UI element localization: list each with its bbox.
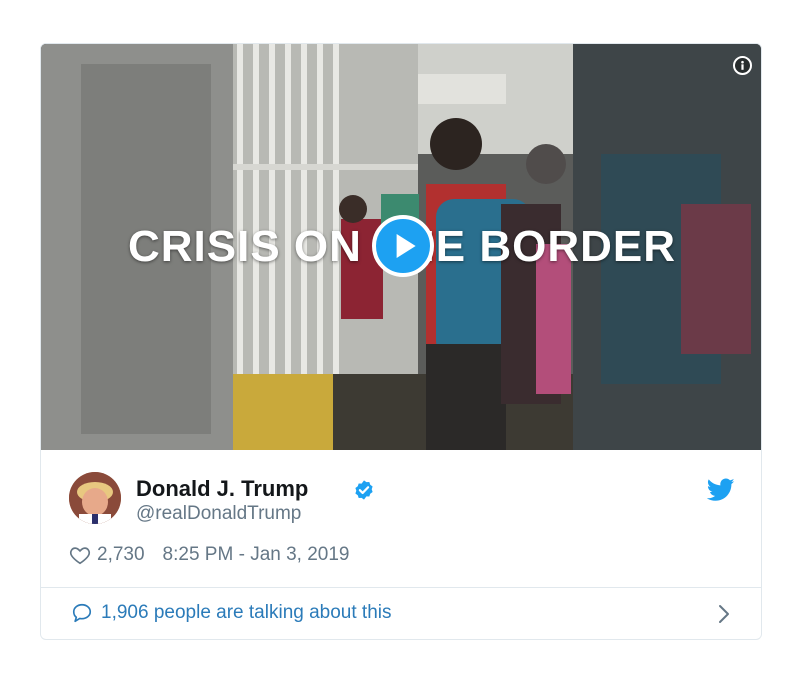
video-player[interactable]: CRISIS ON THE BORDER (41, 44, 761, 450)
info-icon[interactable] (733, 56, 752, 75)
like-count[interactable]: 2,730 (97, 544, 145, 566)
author-handle[interactable]: @realDonaldTrump (136, 503, 301, 525)
conversation-link[interactable]: 1,906 people are talking about this (41, 588, 761, 639)
tweet-timestamp[interactable]: 8:25 PM - Jan 3, 2019 (163, 544, 350, 566)
tweet-card[interactable]: CRISIS ON THE BORDER Donald J. Trump (40, 43, 762, 640)
speech-bubble-icon (72, 603, 92, 623)
heart-icon[interactable] (69, 544, 91, 566)
talking-count-label: 1,906 people are talking about this (101, 602, 392, 623)
chevron-right-icon (719, 605, 729, 623)
twitter-bird-icon[interactable] (707, 478, 735, 502)
avatar[interactable] (69, 472, 121, 524)
tweet-author[interactable]: Donald J. Trump @realDonaldTrump (41, 450, 761, 532)
tweet-meta: 2,730 8:25 PM - Jan 3, 2019 (69, 541, 350, 569)
play-icon[interactable] (372, 215, 434, 277)
verified-badge-icon (355, 480, 373, 500)
author-name[interactable]: Donald J. Trump (136, 476, 308, 502)
